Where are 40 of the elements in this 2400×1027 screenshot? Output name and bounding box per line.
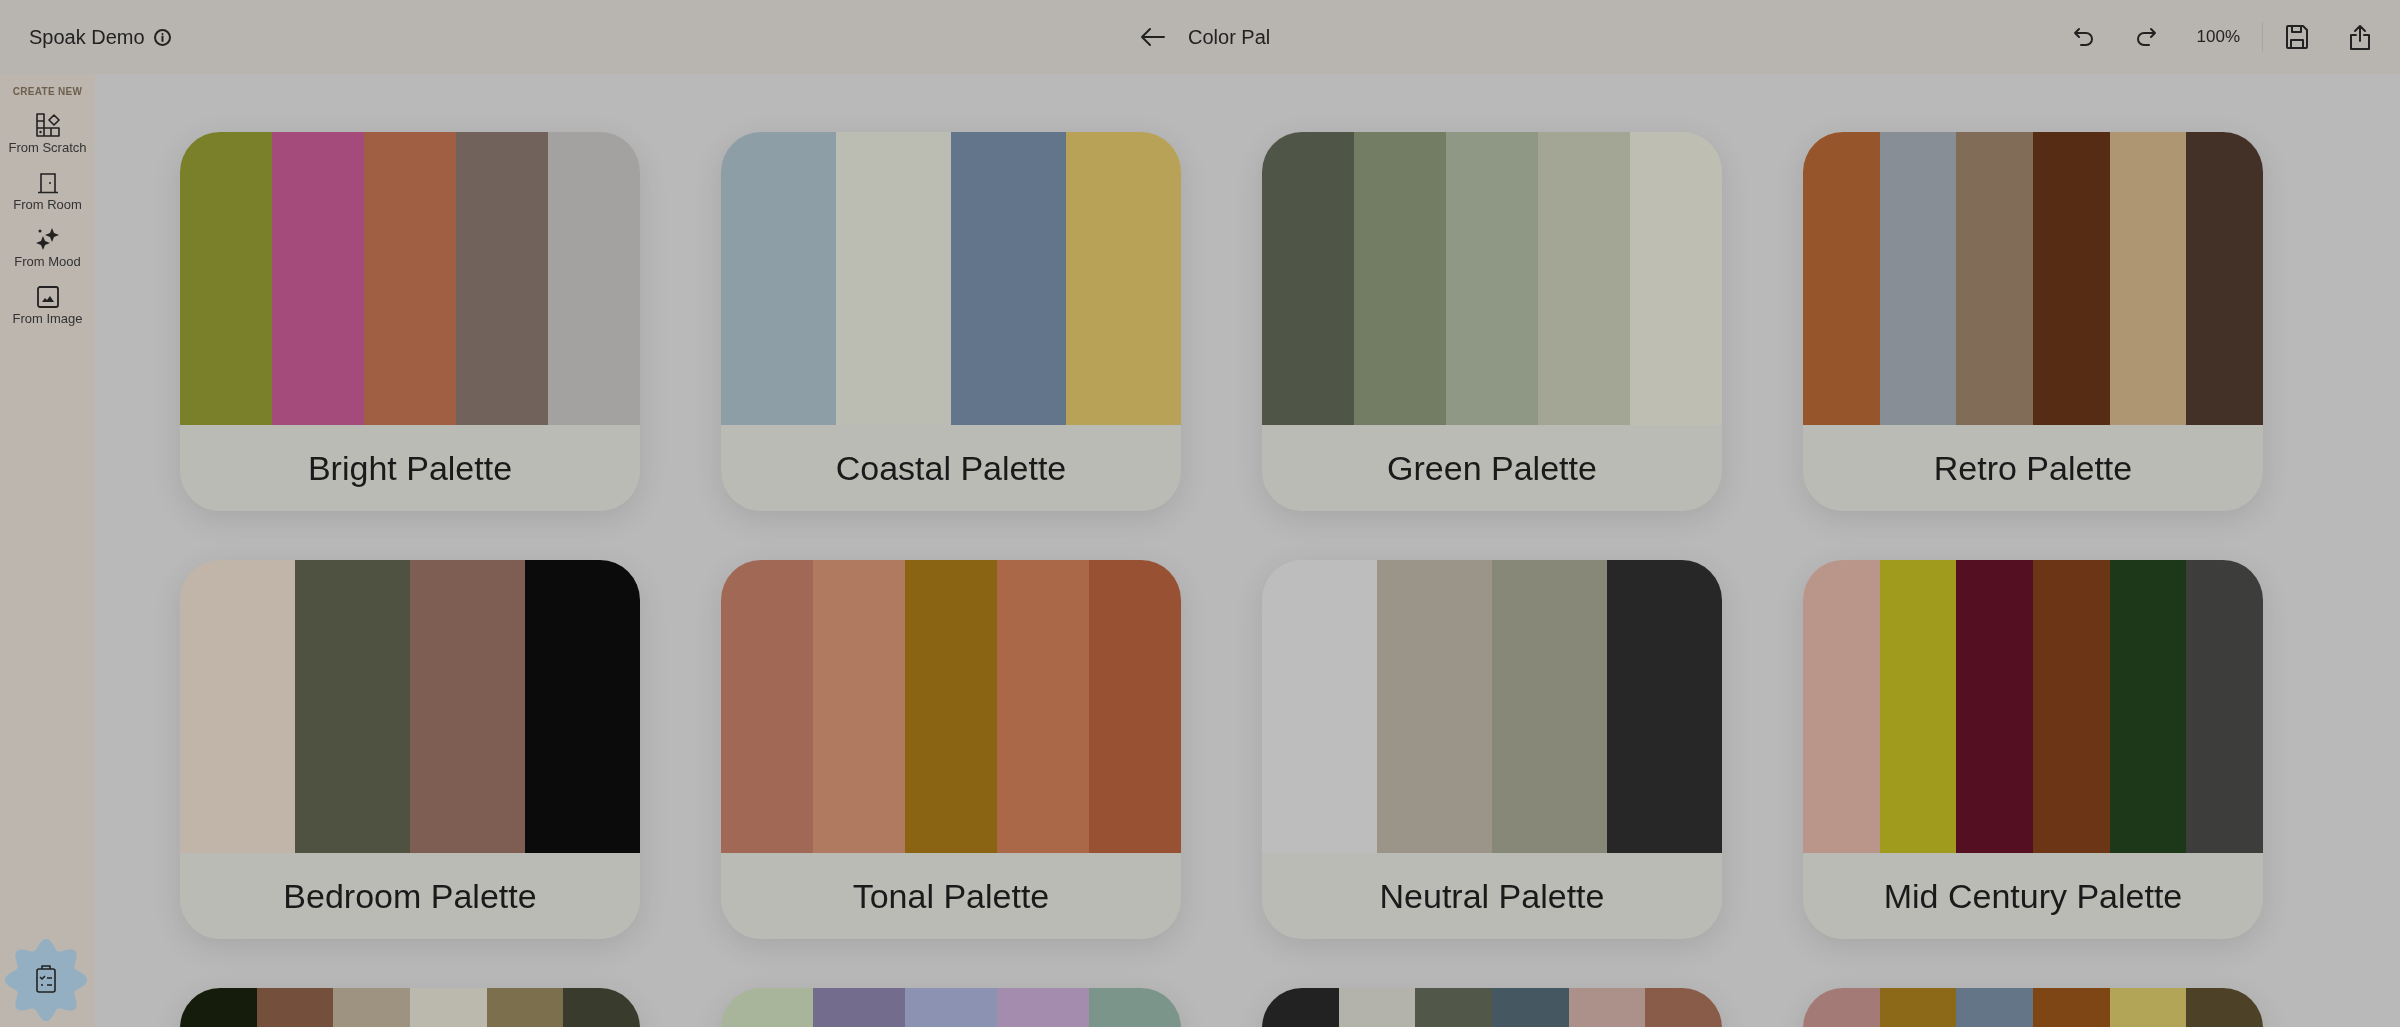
section-heading: CREATE NEW [12, 86, 83, 97]
palette-card[interactable]: Retro Palette [1803, 132, 2263, 511]
save-icon [2285, 24, 2309, 50]
palette-name: Mid Century Palette [1883, 876, 2183, 916]
workspace-name: Spoak Demo [29, 25, 145, 49]
palette-name: Bedroom Palette [283, 876, 537, 916]
sidebar-item[interactable]: From Image [2, 273, 93, 330]
zoom-level[interactable]: 100% [2196, 27, 2240, 47]
palette-card[interactable]: Mid Century Palette [1803, 560, 2263, 939]
palette-name: Bright Palette [307, 448, 513, 488]
sidebar-item[interactable]: From Mood [2, 216, 93, 273]
redo-icon [2134, 26, 2157, 48]
door-icon [36, 172, 59, 194]
document-title: Color Pal [1188, 25, 1271, 49]
redo-button[interactable] [2134, 26, 2157, 48]
palette-card[interactable]: Coastal Palette [721, 132, 1181, 511]
palette-name: Neutral Palette [1379, 876, 1605, 916]
undo-icon [2072, 26, 2095, 48]
share-button[interactable] [2349, 23, 2371, 51]
palette-card[interactable]: Bedroom Palette [180, 560, 640, 939]
info-icon[interactable] [153, 28, 171, 46]
blocks-icon [35, 113, 60, 137]
clipboard-badge-button[interactable] [3, 937, 89, 1023]
palette-name: Retro Palette [1933, 448, 2133, 488]
palette-card[interactable]: Green Palette [1262, 132, 1722, 511]
back-arrow-icon [1140, 27, 1166, 47]
sidebar-item[interactable]: From Scratch [2, 102, 93, 159]
palette-name: Coastal Palette [835, 448, 1067, 488]
palette-card[interactable]: Tonal Palette [721, 560, 1181, 939]
sparkles-icon [35, 227, 60, 251]
save-button[interactable] [2285, 24, 2309, 50]
image-icon [36, 286, 59, 308]
share-icon [2349, 23, 2371, 51]
back-button[interactable] [1140, 27, 1166, 47]
palette-name: Tonal Palette [852, 876, 1050, 916]
undo-button[interactable] [2072, 26, 2095, 48]
palette-card[interactable]: Neutral Palette [1262, 560, 1722, 939]
palette-card[interactable]: Bright Palette [180, 132, 640, 511]
sidebar-item[interactable]: From Room [2, 159, 93, 216]
palette-name: Green Palette [1387, 448, 1597, 488]
